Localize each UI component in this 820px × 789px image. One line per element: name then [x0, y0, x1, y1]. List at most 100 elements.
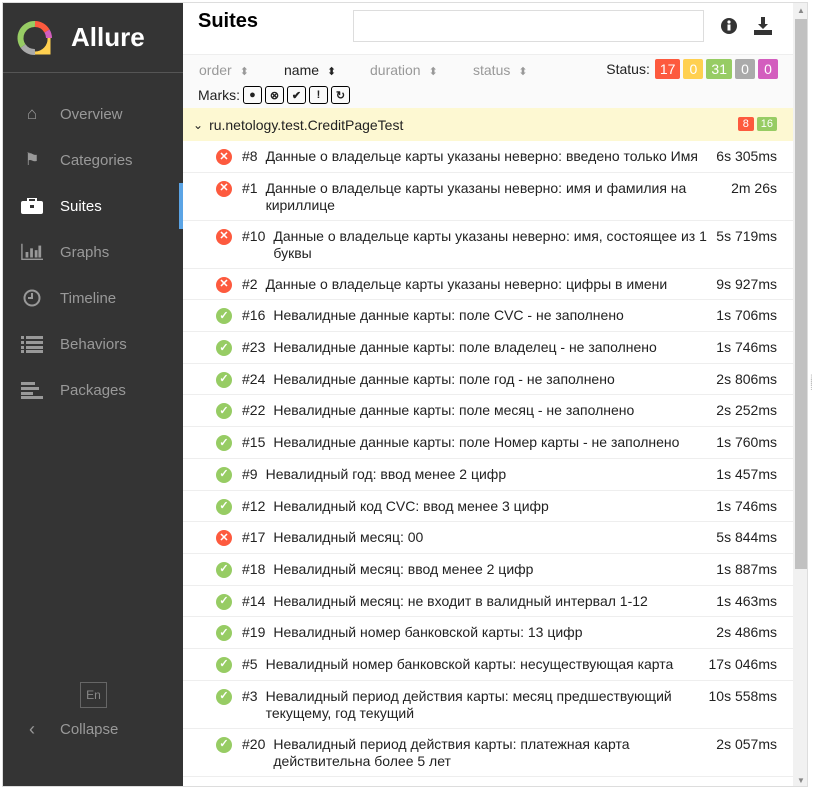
- scroll-down-icon[interactable]: ▼: [797, 776, 805, 785]
- sort-order[interactable]: order ⬍: [199, 62, 249, 78]
- sidebar-item-timeline[interactable]: Timeline: [3, 275, 183, 321]
- test-duration: 1s 760ms: [716, 434, 777, 451]
- test-name: Невалидные данные карты: поле владелец -…: [273, 339, 657, 356]
- test-number: #16: [242, 307, 266, 324]
- sort-icon: ⬍: [518, 66, 528, 78]
- test-number: #22: [242, 402, 266, 419]
- sort-icon: ⬍: [239, 66, 249, 78]
- test-row[interactable]: ✓ #9 Невалидный год: ввод менее 2 цифр 1s 4…: [183, 459, 793, 491]
- sidebar-item-overview[interactable]: ⌂ Overview: [3, 91, 183, 137]
- test-row[interactable]: ✓ #14 Невалидный месяц: не входит в валидн…: [183, 586, 793, 618]
- test-row[interactable]: ✕ #17 Невалидный месяц: 00 5s 844ms: [183, 522, 793, 554]
- sort-name[interactable]: name ⬍: [284, 62, 336, 78]
- sort-duration[interactable]: duration ⬍: [370, 62, 438, 78]
- download-icon[interactable]: [753, 17, 773, 37]
- test-duration: 5s 844ms: [716, 529, 777, 546]
- sidebar-item-graphs[interactable]: Graphs: [3, 229, 183, 275]
- status-label: Status:: [606, 61, 650, 77]
- sidebar-item-categories[interactable]: ⚑ Categories: [3, 137, 183, 183]
- passed-status-icon: ✓: [216, 308, 232, 325]
- flaky-bomb-icon[interactable]: ●: [243, 86, 262, 104]
- test-duration: 1s 746ms: [716, 497, 777, 514]
- test-number: #8: [242, 148, 258, 164]
- collapse-button[interactable]: ‹ Collapse: [21, 719, 118, 740]
- resize-handle[interactable]: ⁞ ⁞ ⁞: [810, 375, 813, 393]
- sidebar-item-behaviors[interactable]: Behaviors: [3, 321, 183, 367]
- test-number: #12: [242, 497, 266, 514]
- test-row[interactable]: ✕ #10 Данные о владельце карты указаны нев…: [183, 221, 793, 269]
- test-row[interactable]: ✓ #15 Невалидные данные карты: поле Номер …: [183, 427, 793, 459]
- sort-asc-icon: ⬍: [327, 66, 337, 78]
- test-row[interactable]: ✓ #12 Невалидный код CVC: ввод менее 3 циф…: [183, 491, 793, 523]
- test-row[interactable]: ✓ #20 Невалидный период действия карты: пл…: [183, 729, 793, 777]
- passed-status-icon: ✓: [216, 593, 232, 610]
- scrollbar[interactable]: ▲ ▼: [793, 3, 807, 786]
- test-row[interactable]: ✓ #3 Невалидный период действия карты: мес…: [183, 681, 793, 729]
- test-row[interactable]: ✓ #16 Невалидные данные карты: поле CVC - …: [183, 300, 793, 333]
- passed-status-icon: ✓: [216, 403, 232, 420]
- info-icon[interactable]: [719, 17, 739, 37]
- new-passed-icon[interactable]: ✔: [287, 86, 306, 104]
- test-name: Невалидный номер банковской карты: несущ…: [265, 655, 674, 672]
- new-failed-icon[interactable]: ⊗: [265, 86, 284, 104]
- test-row[interactable]: ✓ #24 Невалидные данные карты: поле год - …: [183, 364, 793, 396]
- test-duration: 9s 927ms: [716, 275, 777, 292]
- chevron-left-icon: ‹: [29, 719, 35, 739]
- test-row[interactable]: ✓ #5 Невалидный номер банковской карты: не…: [183, 649, 793, 681]
- passed-status-icon: ✓: [216, 656, 232, 673]
- logo[interactable]: Allure: [3, 3, 183, 73]
- status-filter: Status: 17 0 31 0 0: [606, 59, 778, 79]
- sidebar-item-packages[interactable]: Packages: [3, 367, 183, 413]
- new-broken-icon[interactable]: !: [309, 86, 328, 104]
- sort-bar: order ⬍ name ⬍ duration ⬍ status ⬍ Status: 1…: [183, 55, 793, 108]
- passed-status-icon: ✓: [216, 561, 232, 578]
- test-row[interactable]: ✕ #1 Данные о владельце карты указаны неве…: [183, 173, 793, 221]
- app-name: Allure: [71, 22, 145, 52]
- test-row[interactable]: ✕ #2 Данные о владельце карты указаны неве…: [183, 269, 793, 301]
- sort-icon: ⬍: [428, 66, 438, 78]
- status-broken-toggle[interactable]: 0: [683, 59, 704, 79]
- test-row[interactable]: ✓ #23 Невалидные данные карты: поле владел…: [183, 332, 793, 364]
- scroll-up-icon[interactable]: ▲: [797, 6, 805, 15]
- marks-filter: Marks: ● ⊗ ✔ ! ↻: [198, 86, 350, 104]
- sort-label: name: [284, 62, 320, 78]
- flag-icon: ⚑: [24, 150, 40, 169]
- home-icon: ⌂: [26, 104, 38, 123]
- suite-passed-count: 16: [756, 117, 777, 131]
- sidebar-item-suites[interactable]: Suites: [3, 183, 183, 229]
- test-row[interactable]: ✓ #19 Невалидный номер банковской карты: 1…: [183, 617, 793, 649]
- status-passed-toggle[interactable]: 31: [706, 59, 732, 79]
- sidebar: Allure ⌂ Overview ⚑ Categories Suites Grap…: [3, 3, 183, 786]
- test-duration: 2s 252ms: [716, 402, 777, 419]
- language-button[interactable]: En: [80, 682, 107, 708]
- allure-report: Allure ⌂ Overview ⚑ Categories Suites Grap…: [2, 2, 808, 787]
- sidebar-item-label: Suites: [60, 197, 102, 215]
- test-number: #14: [242, 592, 266, 609]
- test-duration: 1s 457ms: [716, 465, 777, 482]
- test-name: Данные о владельце карты указаны неверно…: [265, 179, 687, 213]
- status-skipped-toggle[interactable]: 0: [735, 59, 755, 79]
- sort-label: status: [473, 62, 511, 78]
- test-duration: 2m 26s: [731, 179, 777, 196]
- status-failed-toggle[interactable]: 17: [654, 59, 681, 79]
- test-name: Невалидный год: ввод менее 2 цифр: [265, 465, 507, 482]
- test-row[interactable]: ✓ #22 Невалидные данные карты: поле месяц …: [183, 395, 793, 428]
- test-number: #5: [242, 655, 258, 672]
- retries-refresh-icon[interactable]: ↻: [331, 86, 350, 104]
- suite-name: ru.netology.test.CreditPageTest: [209, 116, 404, 133]
- failed-status-icon: ✕: [216, 228, 232, 245]
- scrollbar-thumb[interactable]: [795, 19, 807, 569]
- suite-group[interactable]: ⌄ ru.netology.test.CreditPageTest 8 16: [183, 108, 793, 141]
- test-number: #23: [242, 339, 266, 356]
- test-row[interactable]: ✓ #18 Невалидный месяц: ввод менее 2 цифр 1…: [183, 554, 793, 586]
- test-duration: 1s 887ms: [716, 560, 777, 577]
- briefcase-icon: [21, 197, 43, 215]
- passed-status-icon: ✓: [216, 688, 232, 705]
- test-row[interactable]: ✕ #8 Данные о владельце карты указаны неве…: [183, 141, 793, 173]
- status-unknown-toggle[interactable]: 0: [758, 59, 778, 79]
- search-input[interactable]: [353, 10, 704, 42]
- test-name: Невалидный месяц: не входит в валидный и…: [273, 592, 648, 609]
- sort-status[interactable]: status ⬍: [473, 62, 528, 78]
- test-number: #9: [242, 465, 258, 482]
- test-number: #15: [242, 434, 266, 451]
